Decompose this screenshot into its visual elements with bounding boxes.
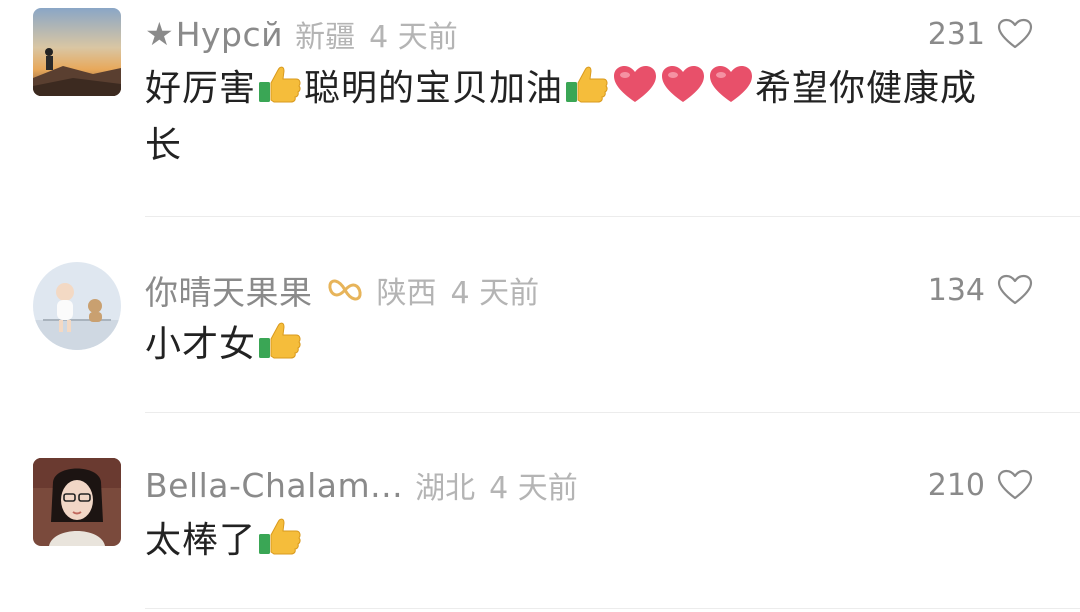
heart-outline-icon[interactable] <box>997 18 1033 50</box>
like-control[interactable]: 231 <box>928 11 1033 57</box>
comment-text: 太棒了 <box>145 512 1005 569</box>
divider <box>145 412 1080 413</box>
timestamp: 4 天前 <box>450 276 540 311</box>
gold-infinity-badge-icon <box>325 273 365 307</box>
thumbs-up-icon <box>256 514 304 558</box>
heart-outline-icon[interactable] <box>997 469 1033 501</box>
comment-item: 你晴天果果 陕西 4 天前 134 小才女 <box>0 218 1080 414</box>
divider <box>145 608 1080 609</box>
location: 湖北 <box>415 471 476 506</box>
comment-item: ★ Нурсй 新疆 4 天前 231 好厉害 聪明的宝贝加油 希望你健康成长 <box>0 0 1080 218</box>
like-count: 231 <box>927 16 985 52</box>
red-heart-icon <box>611 62 659 106</box>
comment-text-part: 聪明的宝贝加油 <box>304 68 564 109</box>
comment-text: 好厉害 聪明的宝贝加油 希望你健康成长 <box>145 60 1005 174</box>
like-count: 210 <box>927 467 985 503</box>
comment-meta: Bella-Chalam... 湖北 4 天前 <box>145 462 578 508</box>
thumbs-up-icon <box>256 318 304 362</box>
timestamp: 4 天前 <box>489 471 578 506</box>
avatar[interactable] <box>33 8 121 96</box>
username[interactable]: 你晴天果果 <box>145 266 313 314</box>
location: 新疆 <box>295 20 356 55</box>
thumbs-up-icon <box>563 62 611 106</box>
like-control[interactable]: 134 <box>928 267 1033 313</box>
comment-text-part: 太棒了 <box>145 520 257 561</box>
comment-text: 小才女 <box>145 316 1005 373</box>
red-heart-icon <box>707 62 755 106</box>
like-control[interactable]: 210 <box>928 462 1033 508</box>
comment-text-part: 小才女 <box>145 324 257 365</box>
comment-meta: 你晴天果果 陕西 4 天前 <box>145 267 539 313</box>
comment-meta: ★ Нурсй 新疆 4 天前 <box>145 11 458 57</box>
username[interactable]: Нурсй <box>176 15 283 54</box>
star-icon: ★ <box>145 15 174 53</box>
comment-text-part: 好厉害 <box>145 68 257 109</box>
timestamp: 4 天前 <box>369 20 458 55</box>
comment-item: Bella-Chalam... 湖北 4 天前 210 太棒了 <box>0 414 1080 612</box>
location: 陕西 <box>376 276 437 311</box>
avatar[interactable] <box>33 458 121 546</box>
username[interactable]: Bella-Chalam... <box>145 466 403 505</box>
heart-outline-icon[interactable] <box>997 274 1033 306</box>
divider <box>145 216 1080 217</box>
thumbs-up-icon <box>256 62 304 106</box>
red-heart-icon <box>659 62 707 106</box>
like-count: 134 <box>927 272 985 308</box>
avatar[interactable] <box>33 262 121 350</box>
